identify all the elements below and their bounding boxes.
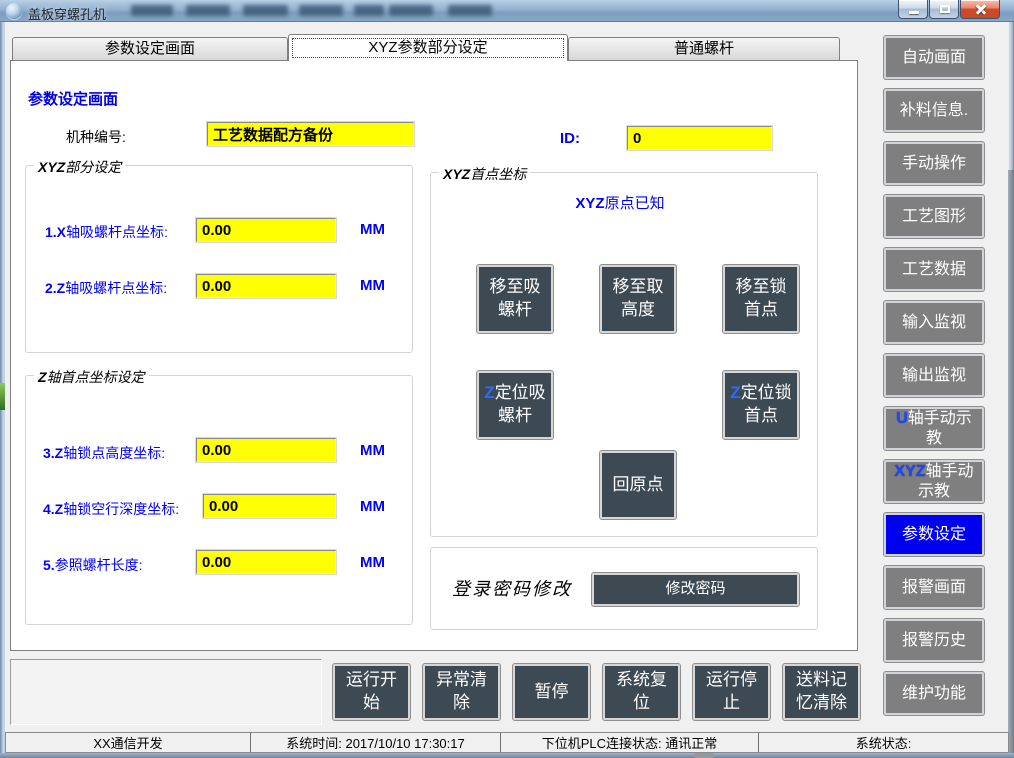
sidebar-alarm-screen-button[interactable]: 报警画面	[884, 566, 984, 609]
sidebar-process-graphic-button[interactable]: 工艺图形	[884, 195, 984, 238]
page-title: 参数设定画面	[28, 88, 118, 109]
move-to-suck-screw-button[interactable]: 移至吸螺杆	[477, 265, 553, 333]
button-label: Z定位吸螺杆	[483, 382, 547, 428]
move-to-lock-first-point-button[interactable]: 移至锁首点	[723, 265, 799, 333]
minimize-icon	[909, 11, 919, 14]
ref-screw-length-input[interactable]	[196, 550, 336, 574]
button-label: Z定位锁首点	[729, 382, 793, 428]
window-edge-shadow	[1008, 170, 1014, 753]
id-input[interactable]	[627, 126, 772, 150]
unit-mm: MM	[360, 442, 385, 459]
groupbox-xyz-section: XYZ部分设定	[25, 165, 413, 353]
x-suck-coord-input[interactable]	[196, 218, 336, 242]
status-system-state: 系统状态:	[759, 733, 1008, 752]
redacted-menu-item	[299, 5, 343, 16]
tab-normal-screw[interactable]: 普通螺杆	[568, 37, 840, 60]
sidebar-alarm-history-button[interactable]: 报警历史	[884, 619, 984, 662]
app-icon	[6, 3, 22, 19]
model-number-label: 机种编号:	[66, 127, 126, 147]
close-button[interactable]	[960, 0, 1000, 19]
z-suck-coord-input[interactable]	[196, 274, 336, 298]
window-title: 盖板穿螺孔机	[28, 4, 106, 23]
focus-rect	[292, 38, 564, 58]
tab-xyz-param[interactable]: XYZ参数部分设定	[288, 34, 568, 61]
return-origin-button[interactable]: 回原点	[600, 451, 676, 519]
run-start-button[interactable]: 运行开始	[333, 664, 410, 720]
button-label: XYZ轴手动示教	[890, 462, 978, 502]
unit-mm: MM	[360, 277, 385, 294]
change-password-button[interactable]: 修改密码	[592, 573, 799, 606]
redacted-menu-item	[389, 5, 433, 16]
sidebar-auto-screen-button[interactable]: 自动画面	[884, 36, 984, 79]
unit-mm: MM	[360, 554, 385, 571]
unit-mm: MM	[360, 221, 385, 238]
status-plc-connection: 下位机PLC连接状态: 通讯正常	[501, 733, 759, 752]
redacted-menu-item	[448, 5, 492, 16]
sidebar-param-setting-button[interactable]: 参数设定	[884, 513, 984, 556]
z-position-suck-screw-button[interactable]: Z定位吸螺杆	[477, 371, 553, 439]
status-system-time: 系统时间: 2017/10/10 17:30:17	[251, 733, 501, 752]
sidebar-manual-operation-button[interactable]: 手动操作	[884, 142, 984, 185]
redacted-menu-item	[131, 5, 173, 16]
tab-param-setting[interactable]: 参数设定画面	[12, 37, 288, 60]
desktop-peek	[0, 383, 5, 410]
sidebar-input-monitor-button[interactable]: 输入监视	[884, 301, 984, 344]
field-label-ref-screw-length: 5.参照螺杆长度:	[43, 555, 143, 575]
run-stop-button[interactable]: 运行停止	[693, 664, 770, 720]
clear-error-button[interactable]: 异常清除	[423, 664, 500, 720]
z-lock-height-input[interactable]	[196, 438, 336, 462]
statusbar: XX通信开发 系统时间: 2017/10/10 17:30:17 下位机PLC连…	[5, 732, 1009, 753]
app-window: 盖板穿螺孔机 参数设定画面 XYZ参数部分设定 普通螺杆 参数设定画面 机种编号…	[0, 0, 1014, 758]
sidebar-xyz-axis-teach-button[interactable]: XYZ轴手动示教	[884, 460, 984, 503]
field-label-z-idle-depth: 4.Z轴锁空行深度坐标:	[43, 499, 179, 519]
groupbox-title: XYZ部分设定	[34, 157, 125, 177]
field-label-x-suck: 1.X轴吸螺杆点坐标:	[45, 222, 168, 242]
window-border-bottom	[0, 753, 1014, 758]
sidebar-maintenance-button[interactable]: 维护功能	[884, 672, 984, 715]
origin-known-label: XYZ原点已知	[530, 192, 710, 213]
status-company: XX通信开发	[6, 733, 251, 752]
button-label: U轴手动示教	[890, 409, 978, 449]
groupbox-title: XYZ首点坐标	[439, 164, 530, 184]
z-idle-depth-input[interactable]	[203, 494, 336, 518]
move-to-pick-height-button[interactable]: 移至取高度	[600, 265, 676, 333]
id-label: ID:	[560, 130, 580, 147]
field-label-z-lock-height: 3.Z轴锁点高度坐标:	[43, 443, 165, 463]
titlebar: 盖板穿螺孔机	[0, 0, 1014, 22]
minimize-button[interactable]	[898, 0, 928, 19]
pause-button[interactable]: 暂停	[513, 664, 590, 720]
password-change-label: 登录密码修改	[452, 575, 572, 601]
system-reset-button[interactable]: 系统复位	[603, 664, 680, 720]
field-label-z-suck: 2.Z轴吸螺杆点坐标:	[45, 278, 167, 298]
redacted-menu-item	[243, 5, 288, 16]
sidebar-process-data-button[interactable]: 工艺数据	[884, 248, 984, 291]
maximize-button[interactable]	[929, 0, 959, 19]
redacted-menu-item	[186, 5, 230, 16]
sidebar-output-monitor-button[interactable]: 输出监视	[884, 354, 984, 397]
feed-memory-clear-button[interactable]: 送料记忆清除	[783, 664, 860, 720]
model-number-input[interactable]	[207, 122, 414, 146]
sidebar-u-axis-teach-button[interactable]: U轴手动示教	[884, 407, 984, 450]
maximize-icon	[940, 5, 950, 13]
redacted-menu-item	[354, 5, 384, 16]
window-controls	[897, 0, 1000, 19]
z-position-lock-first-point-button[interactable]: Z定位锁首点	[723, 371, 799, 439]
stats-panel	[10, 659, 322, 725]
groupbox-title: Z轴首点坐标设定	[34, 367, 149, 387]
sidebar-refill-info-button[interactable]: 补料信息.	[884, 89, 984, 132]
unit-mm: MM	[360, 498, 385, 515]
